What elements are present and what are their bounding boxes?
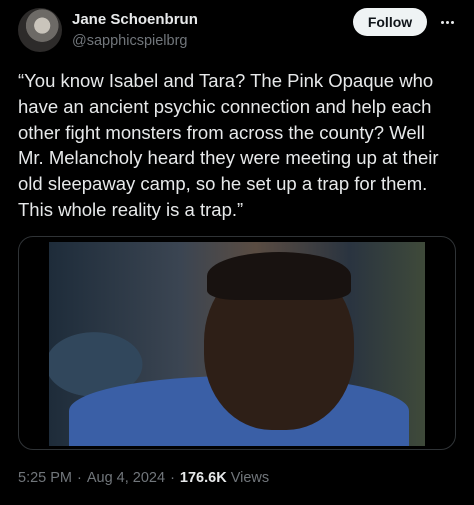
follow-button[interactable]: Follow	[353, 8, 427, 36]
video-subject-hair	[207, 252, 351, 300]
views-label: Views	[230, 470, 270, 486]
more-horizontal-icon[interactable]	[437, 8, 457, 36]
views-count: 176.6K	[179, 470, 227, 486]
video-card[interactable]	[18, 236, 456, 450]
meta-separator: ·	[170, 470, 175, 486]
meta-separator: ·	[77, 470, 82, 486]
tweet-meta: 5:25 PM · Aug 4, 2024 · 176.6K Views	[18, 470, 269, 486]
author-avatar[interactable]	[18, 8, 62, 52]
tweet-time[interactable]: 5:25 PM	[18, 470, 72, 486]
video-frame[interactable]	[49, 242, 425, 446]
author-handle[interactable]: @sapphicspielbrg	[72, 33, 187, 49]
tweet-date[interactable]: Aug 4, 2024	[87, 470, 165, 486]
author-name[interactable]: Jane Schoenbrun	[72, 11, 198, 28]
tweet-text: “You know Isabel and Tara? The Pink Opaq…	[18, 70, 439, 220]
